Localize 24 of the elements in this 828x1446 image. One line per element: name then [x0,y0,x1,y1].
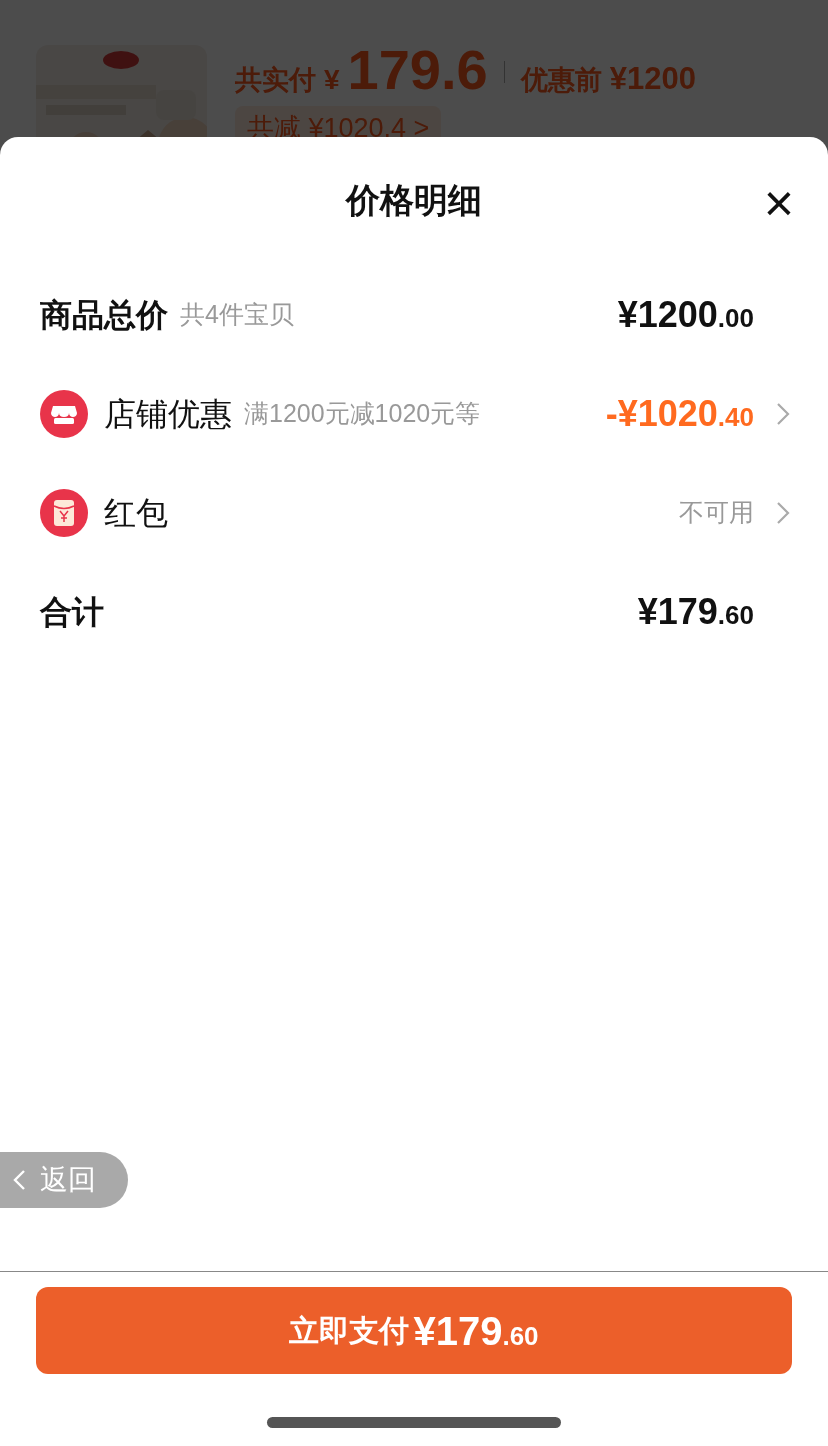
pay-button[interactable]: 立即支付¥179.60 [36,1287,792,1374]
amount-text: ¥1200.00 [617,292,754,337]
chevron-right-icon[interactable] [776,500,790,525]
row-label: 商品总价 [40,295,168,335]
paid-label: 共实付 [235,64,316,97]
currency-symbol: ¥ [324,63,340,97]
status-text: 不可用 [679,496,754,528]
envelope-icon [40,488,88,537]
sheet-title: 价格明细 [346,179,482,221]
row-note: 满1200元减1020元等 [244,397,481,429]
before-label: 优惠前 [520,64,602,97]
paid-amount: 179.6 [347,42,488,98]
row-label: 店铺优惠 [104,394,232,434]
close-button[interactable]: × [763,177,794,229]
amount-text: ¥179.60 [637,589,754,634]
row-label: 合计 [40,592,104,632]
store-icon [40,389,88,438]
amount-text: -¥1020.40 [605,391,754,436]
before-amount: ¥1200 [609,60,696,98]
chevron-left-icon [12,1169,26,1191]
back-button[interactable]: 返回 [0,1152,128,1208]
chevron-right-icon[interactable] [776,401,790,426]
row-label: 红包 [104,493,168,533]
row-note: 共4件宝贝 [180,298,294,330]
